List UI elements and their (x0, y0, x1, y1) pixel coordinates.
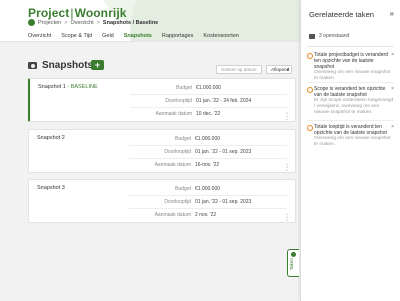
tasks-tab-handle[interactable]: Taken (287, 249, 299, 277)
section-title: Snapshots (42, 60, 94, 71)
tasks-tab-label: Taken (289, 258, 294, 271)
open-tasks-count: 3 openstaand (309, 33, 349, 39)
main-content: Snapshots + Sorteer op datum Aflopend Sn… (0, 43, 300, 301)
page-header: Project|Woonrijk Projecten > Overzicht >… (0, 0, 300, 42)
breadcrumb-item-projecten[interactable]: Projecten (38, 20, 61, 26)
doorlooptijd-value: 01 jan. '22 - 01 sep. 2023 (195, 149, 252, 155)
sort-field-select[interactable]: Sorteer op datum (216, 65, 262, 74)
app: Project|Woonrijk Projecten > Overzicht >… (0, 0, 400, 301)
doorlooptijd-label: Doorlooptijd (164, 199, 191, 205)
more-options-icon[interactable]: · · · (285, 161, 289, 174)
row-divider (130, 94, 287, 95)
row-divider (129, 145, 287, 146)
task-divider (307, 120, 394, 121)
doorlooptijd-row: Doorlooptijd 01 jan. '22 - 01 sep. 2023 (29, 149, 295, 156)
project-tabs: Overzicht Scope & Tijd Geld Snapshots Ra… (28, 33, 239, 41)
tab-scope-tijd[interactable]: Scope & Tijd (61, 33, 92, 41)
chevron-right-icon: > (64, 19, 68, 26)
aanmaak-row: Aanmaak datum 2 nov. '22 (29, 212, 295, 219)
title-prefix: Project (28, 6, 70, 20)
row-divider (129, 208, 287, 209)
close-panel-icon[interactable]: » (390, 9, 394, 18)
budget-label: Budget (175, 136, 191, 142)
tab-overzicht[interactable]: Overzicht (28, 33, 51, 41)
row-divider (130, 107, 287, 108)
home-icon[interactable] (28, 19, 35, 26)
title-separator: | (70, 6, 74, 20)
row-divider (129, 195, 287, 196)
camera-icon (28, 62, 37, 69)
aanmaak-value: 10 dec. '22 (196, 111, 221, 117)
page-title: Project|Woonrijk (28, 6, 127, 20)
budget-row: Budget €1.000.000 (30, 85, 295, 92)
related-tasks-panel: Gerelateerde taken » 3 openstaand Totale… (300, 0, 400, 301)
doorlooptijd-value: 01 jan. '22 - 01 sep. 2023 (195, 199, 252, 205)
aanmaak-row: Aanmaak datum 16-nov. '22 (29, 162, 295, 169)
task-divider (307, 82, 394, 83)
dismiss-task-icon[interactable]: × (391, 52, 394, 58)
doorlooptijd-row: Doorlooptijd 01 jan. '22 - 24 feb. 2024 (30, 98, 295, 105)
add-snapshot-button[interactable]: + (91, 60, 104, 70)
aanmaak-value: 2 nov. '22 (195, 212, 217, 218)
tab-snapshots[interactable]: Snapshots (124, 33, 152, 41)
budget-value: €1.000.000 (196, 85, 222, 91)
chevron-right-icon: > (96, 19, 100, 26)
section-header: Snapshots (28, 60, 93, 71)
row-divider (129, 158, 287, 159)
snapshot-card[interactable]: Snapshot 1 - BASELINE Budget €1.000.000 … (28, 78, 296, 123)
breadcrumb-item-overzicht[interactable]: Overzicht (70, 20, 93, 26)
aanmaak-label: Aanmaak datum (154, 162, 191, 168)
task-item[interactable]: Scope is veranderd ten opzichte van de l… (307, 86, 394, 116)
budget-label: Budget (175, 186, 191, 192)
task-title: Scope is veranderd ten opzichte van de l… (307, 86, 394, 98)
more-options-icon[interactable]: · · · (285, 211, 289, 224)
tab-rapportages[interactable]: Rapportages (162, 33, 194, 41)
task-title: Totale looptijd is veranderd ten opzicht… (307, 124, 394, 136)
sort-order-select[interactable]: Aflopend (266, 65, 292, 74)
aanmaak-label: Aanmaak datum (154, 212, 191, 218)
notification-dot (291, 252, 296, 257)
task-item[interactable]: Totale looptijd is veranderd ten opzicht… (307, 124, 394, 148)
snapshot-card[interactable]: Snapshot 2 Budget €1.000.000 Doorlooptij… (28, 129, 296, 174)
task-description: Overweeg om een nieuwe snapshot te maken… (314, 70, 391, 81)
more-options-icon[interactable]: · · · (285, 110, 289, 123)
budget-row: Budget €1.000.000 (29, 136, 295, 143)
budget-row: Budget €1.000.000 (29, 186, 295, 193)
snapshot-card[interactable]: Snapshot 3 Budget €1.000.000 Doorlooptij… (28, 179, 296, 224)
doorlooptijd-label: Doorlooptijd (165, 98, 192, 104)
task-item[interactable]: Totale projectbudget is veranderd ten op… (307, 52, 394, 82)
breadcrumb: Projecten > Overzicht > Snapshots / Base… (28, 19, 158, 26)
breadcrumb-item-current: Snapshots / Baseline (102, 19, 159, 26)
budget-value: €1.000.000 (195, 136, 221, 142)
budget-label: Budget (176, 85, 192, 91)
doorlooptijd-label: Doorlooptijd (164, 149, 191, 155)
sort-controls: Sorteer op datum Aflopend (216, 65, 292, 74)
task-description: Er zijn scope onderdelen toegevoegd / ve… (314, 98, 394, 115)
doorlooptijd-row: Doorlooptijd 01 jan. '22 - 01 sep. 2023 (29, 199, 295, 206)
task-description: Overweeg om een nieuwe snapshot te maken… (314, 136, 391, 147)
dismiss-task-icon[interactable]: × (391, 124, 394, 130)
aanmaak-row: Aanmaak datum 10 dec. '22 (30, 111, 295, 118)
tab-geld[interactable]: Geld (102, 33, 114, 41)
tab-kostensoorten[interactable]: Kostensoorten (203, 33, 238, 41)
project-name: Woonrijk (74, 6, 127, 20)
doorlooptijd-value: 01 jan. '22 - 24 feb. 2024 (196, 98, 252, 104)
aanmaak-label: Aanmaak datum (155, 111, 192, 117)
dismiss-task-icon[interactable]: × (391, 86, 394, 92)
open-count-label: 3 openstaand (319, 33, 350, 39)
panel-divider (307, 46, 394, 47)
tasks-icon (309, 33, 315, 39)
task-title: Totale projectbudget is veranderd ten op… (307, 52, 394, 70)
aanmaak-value: 16-nov. '22 (195, 162, 220, 168)
budget-value: €1.000.000 (195, 186, 221, 192)
panel-title: Gerelateerde taken (309, 10, 375, 19)
